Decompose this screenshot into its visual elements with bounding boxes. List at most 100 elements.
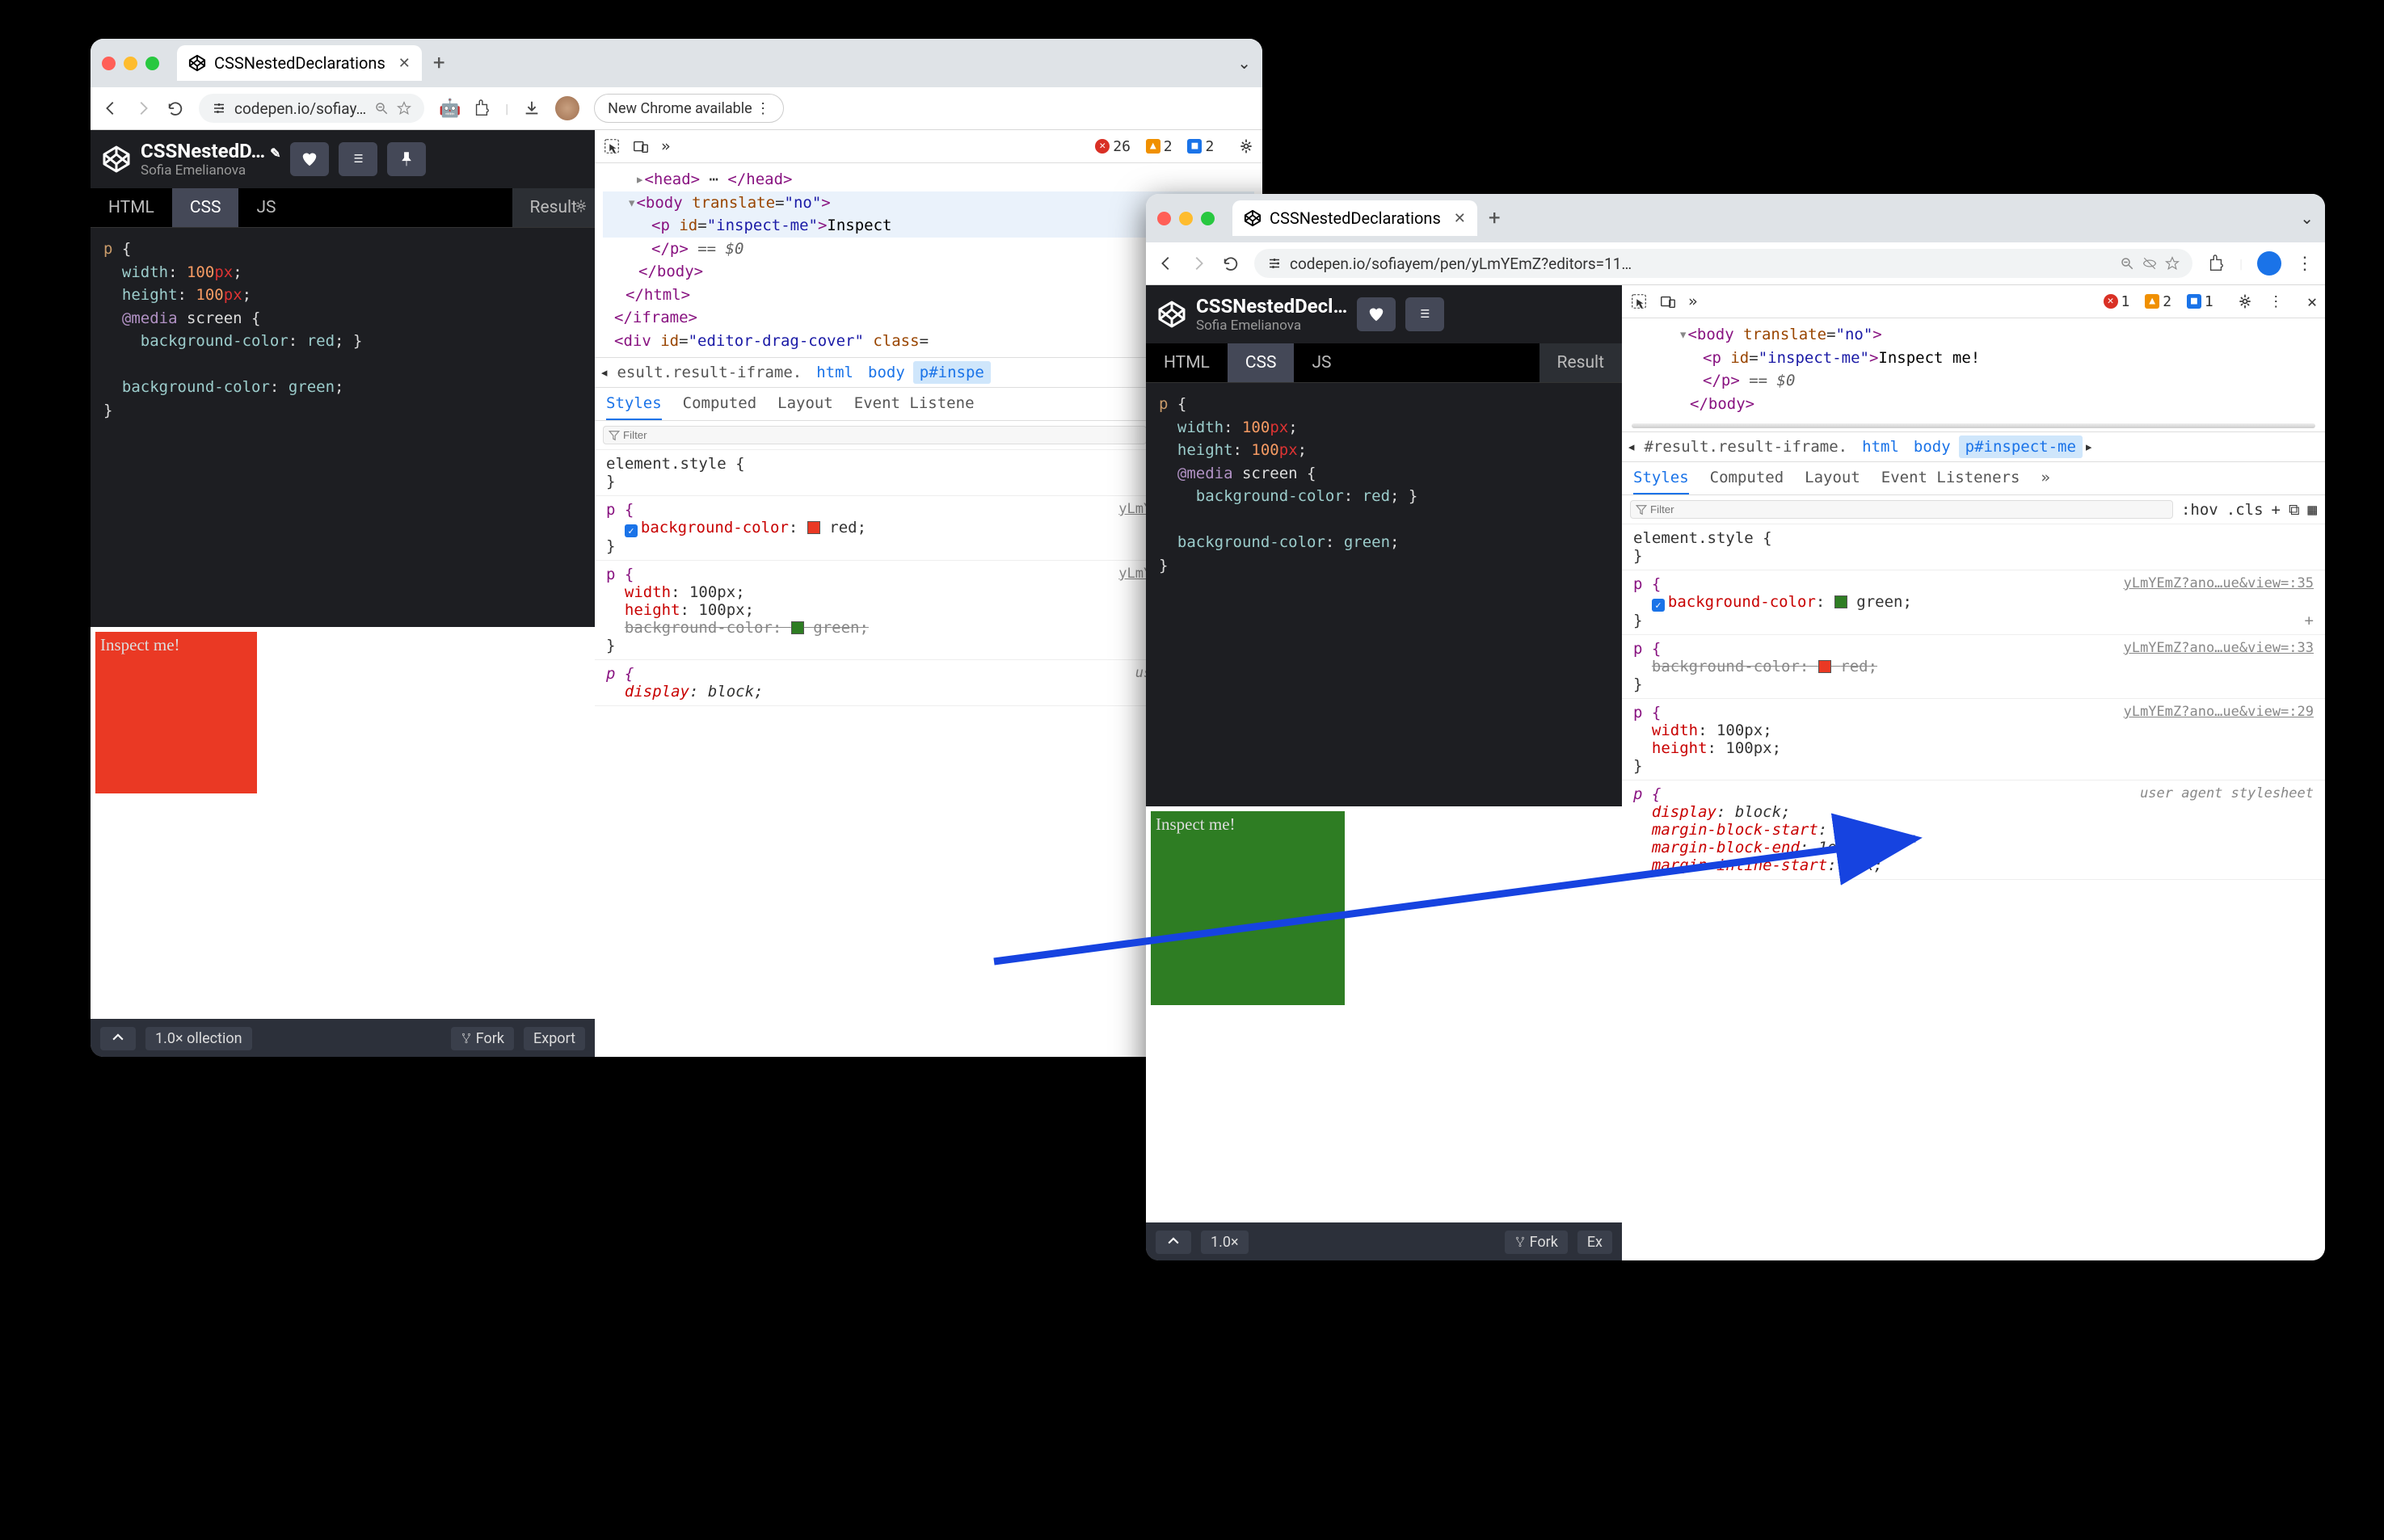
rule-bg-red-struck[interactable]: yLmYEmZ?ano…ue&view=:33 p { background-c… [1622, 635, 2325, 699]
star-icon[interactable] [397, 101, 411, 116]
tab-js[interactable]: JS [1294, 343, 1349, 382]
color-swatch-green[interactable] [791, 621, 804, 634]
device-toggle-icon[interactable] [632, 137, 650, 155]
tab-css[interactable]: CSS [1228, 343, 1295, 382]
back-button[interactable] [1157, 255, 1175, 272]
forward-button[interactable] [134, 99, 152, 117]
chevron-down-icon[interactable]: ⌄ [1237, 53, 1251, 73]
tab-event-listeners[interactable]: Event Listene [854, 394, 975, 420]
more-tabs-icon[interactable]: » [1688, 292, 1697, 310]
extensions-icon[interactable] [2207, 255, 2225, 272]
collapse-button[interactable] [100, 1027, 136, 1050]
rule-element-style[interactable]: element.style { } [1622, 524, 2325, 570]
minimize-window-icon[interactable] [124, 57, 137, 70]
layout-button[interactable]: ☰ [1405, 297, 1444, 331]
close-window-icon[interactable] [102, 57, 116, 70]
error-icon[interactable]: ✕ [2104, 294, 2118, 309]
pin-button[interactable] [387, 142, 426, 176]
export-button[interactable]: Ex [1577, 1231, 1612, 1254]
layout-toggle-icon[interactable]: ▦ [2308, 501, 2317, 519]
maximize-window-icon[interactable] [1201, 212, 1215, 225]
filter-input[interactable] [603, 426, 1147, 444]
cls-toggle[interactable]: .cls [2226, 501, 2264, 519]
back-button[interactable] [102, 99, 120, 117]
kebab-menu-icon[interactable]: ⋮ [2296, 254, 2314, 274]
close-tab-icon[interactable]: ✕ [1454, 210, 1466, 227]
window-controls[interactable] [102, 57, 159, 70]
star-icon[interactable] [2165, 256, 2180, 271]
warning-icon[interactable]: ▲ [2145, 294, 2159, 309]
zoom-icon[interactable] [374, 101, 389, 116]
chevron-down-icon[interactable]: ⌄ [2300, 208, 2314, 228]
tab-css[interactable]: CSS [172, 188, 239, 227]
gear-icon[interactable] [574, 198, 588, 217]
inspect-box[interactable]: Inspect me! [95, 632, 257, 793]
heart-button[interactable] [290, 142, 329, 176]
more-tabs-icon[interactable]: » [661, 137, 670, 155]
info-icon[interactable]: ■ [2187, 294, 2201, 309]
kebab-menu-icon[interactable]: ⋮ [2268, 293, 2283, 310]
tab-layout[interactable]: Layout [777, 394, 833, 420]
url-field[interactable]: codepen.io/sofiayem/pen/yLmYEmZ?editors=… [1254, 249, 2192, 278]
more-tabs-icon[interactable]: » [2041, 469, 2049, 494]
zoom-icon[interactable] [2120, 256, 2134, 271]
close-devtools-icon[interactable]: ✕ [2307, 292, 2317, 311]
tab-codepen[interactable]: CSSNestedDeclarations ✕ [177, 45, 422, 81]
window-controls[interactable] [1157, 212, 1215, 225]
export-button[interactable]: Export [524, 1027, 585, 1050]
dom-tree[interactable]: ▾<body translate="no"> <p id="inspect-me… [1622, 318, 2325, 420]
filter-input[interactable] [1630, 500, 2173, 519]
download-icon[interactable] [523, 99, 541, 117]
tab-result[interactable]: Result [1539, 343, 1622, 382]
color-swatch-red[interactable] [807, 521, 820, 534]
css-editor[interactable]: p { width: 100px; height: 100px; @media … [1146, 383, 1622, 806]
color-swatch-green[interactable] [1834, 595, 1847, 608]
computed-toggle-icon[interactable]: ⧉ [2289, 501, 2300, 519]
css-editor[interactable]: p { width: 100px; height: 100px; @media … [91, 228, 595, 627]
device-toggle-icon[interactable] [1659, 292, 1677, 310]
tab-codepen[interactable]: CSSNestedDeclarations ✕ [1232, 200, 1477, 236]
profile-avatar[interactable] [2257, 251, 2281, 276]
update-chip[interactable]: New Chrome available ⋮ [594, 94, 784, 123]
inspect-box[interactable]: Inspect me! [1151, 811, 1345, 1005]
inspect-element-icon[interactable] [603, 137, 621, 155]
close-window-icon[interactable] [1157, 212, 1171, 225]
zoom-level[interactable]: 1.0× [1201, 1231, 1249, 1254]
eye-off-icon[interactable] [2142, 256, 2157, 271]
robot-icon[interactable]: 🤖 [439, 99, 458, 119]
reload-button[interactable] [1222, 255, 1240, 272]
forward-button[interactable] [1190, 255, 1207, 272]
profile-avatar[interactable] [555, 96, 579, 120]
tab-html[interactable]: HTML [91, 188, 172, 227]
rule-bg-green[interactable]: yLmYEmZ?ano…ue&view=:35 p { ✓background-… [1622, 570, 2325, 635]
maximize-window-icon[interactable] [145, 57, 159, 70]
rule-size[interactable]: yLmYEmZ?ano…ue&view=:29 p { width: 100px… [1622, 699, 2325, 781]
tab-styles[interactable]: Styles [1633, 469, 1689, 494]
collapse-button[interactable] [1156, 1231, 1191, 1254]
new-tab-button[interactable]: + [433, 51, 445, 75]
add-declaration-icon[interactable]: + [2305, 612, 2314, 629]
url-field[interactable]: codepen.io/sofiay… [199, 94, 424, 123]
extensions-icon[interactable] [473, 99, 491, 117]
settings-icon[interactable] [1238, 138, 1254, 154]
error-icon[interactable]: ✕ [1095, 139, 1110, 154]
pen-title[interactable]: CSSNestedDecl… [1196, 295, 1347, 318]
minimize-window-icon[interactable] [1179, 212, 1193, 225]
fork-button[interactable]: Fork [1505, 1231, 1568, 1254]
tab-js[interactable]: JS [238, 188, 293, 227]
checkbox-icon[interactable]: ✓ [625, 524, 638, 537]
hov-toggle[interactable]: :hov [2181, 501, 2218, 519]
inspect-element-icon[interactable] [1630, 292, 1648, 310]
tab-html[interactable]: HTML [1146, 343, 1228, 382]
pen-title[interactable]: CSSNestedD… ✎ [141, 140, 280, 162]
tab-computed[interactable]: Computed [1710, 469, 1784, 494]
tab-layout[interactable]: Layout [1805, 469, 1860, 494]
dom-breadcrumbs[interactable]: ◂ #result.result-iframe. html body p#ins… [1622, 431, 2325, 462]
scrollbar[interactable] [1632, 423, 2315, 428]
tab-event-listeners[interactable]: Event Listeners [1881, 469, 2020, 494]
new-tab-button[interactable]: + [1489, 206, 1501, 230]
close-tab-icon[interactable]: ✕ [398, 55, 411, 72]
warning-icon[interactable]: ▲ [1146, 139, 1160, 154]
settings-icon[interactable] [2237, 293, 2253, 309]
reload-button[interactable] [166, 99, 184, 117]
